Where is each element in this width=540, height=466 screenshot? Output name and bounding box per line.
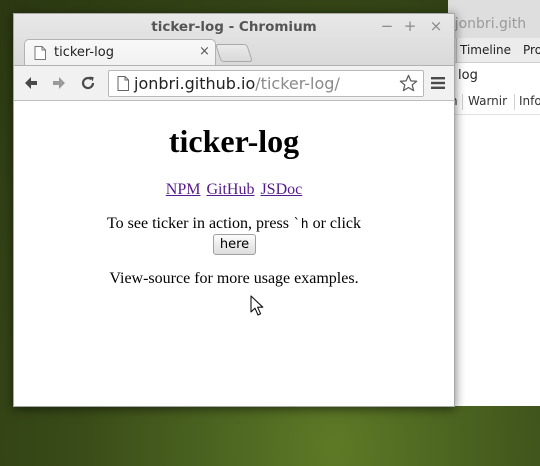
devtools-tab-profiles[interactable]: Pro [523,43,540,57]
url-path: /ticker-log/ [255,74,340,93]
omnibox[interactable]: jonbri.github.io/ticker-log/ [108,70,424,97]
minimize-button[interactable]: − [378,17,396,35]
devtools-filter-info[interactable]: Info [519,94,540,108]
window-titlebar[interactable]: ticker-log - Chromium − + × ticker-log × [14,14,454,72]
page-content: ticker-log NPM GitHub JSDoc To see ticke… [14,101,454,406]
page-title: ticker-log [168,123,300,159]
arrow-left-icon[interactable] [22,74,40,92]
devtools-filter-bar: n Warnir Info [448,90,540,115]
instruction-prefix: To see ticker in action, press [106,215,293,232]
background-window-titlebar: /jonbri.gith [448,0,540,38]
footer-text: View-source for more usage examples. [109,270,359,287]
devtools-filter-warnings[interactable]: Warnir [468,94,507,108]
background-devtools-tabbar: Timeline Pro [448,38,540,63]
page-icon [34,46,46,60]
mouse-cursor-icon [250,295,264,316]
tab-label: ticker-log [54,45,114,60]
instruction-suffix: or click [308,215,361,232]
devtools-separator [456,38,457,62]
url-text[interactable]: jonbri.github.io/ticker-log/ [134,74,340,93]
url-host: jonbri.github.io [134,74,256,93]
here-button[interactable]: here [213,234,256,255]
hamburger-menu-icon[interactable] [431,76,445,90]
link-row: NPM GitHub JSDoc [14,181,454,199]
star-icon[interactable] [399,74,418,93]
page-icon [117,76,129,91]
jsdoc-link[interactable]: JSDoc [260,181,302,198]
new-tab-button[interactable] [215,44,253,62]
devtools-console-text: log [458,68,478,83]
chromium-window: ticker-log - Chromium − + × ticker-log × [13,13,455,407]
background-devtools-window[interactable]: /jonbri.gith Timeline Pro log n Warnir I… [448,0,540,406]
filter-separator [514,94,515,110]
instruction-text: To see ticker in action, press `h or cli… [14,215,454,233]
instruction-key: `h [292,217,309,232]
close-window-button[interactable]: × [427,17,445,35]
filter-separator [462,94,463,110]
npm-link[interactable]: NPM [166,181,201,198]
github-link[interactable]: GitHub [206,181,254,198]
arrow-right-icon[interactable] [50,74,68,92]
maximize-button[interactable]: + [401,17,419,35]
tab-close-icon[interactable]: × [199,44,210,59]
background-window-title: /jonbri.gith [450,16,527,32]
browser-toolbar: jonbri.github.io/ticker-log/ [14,65,454,101]
browser-tab-active[interactable]: ticker-log × [24,39,216,66]
devtools-tab-timeline[interactable]: Timeline [460,43,511,57]
reload-icon[interactable] [79,74,97,92]
